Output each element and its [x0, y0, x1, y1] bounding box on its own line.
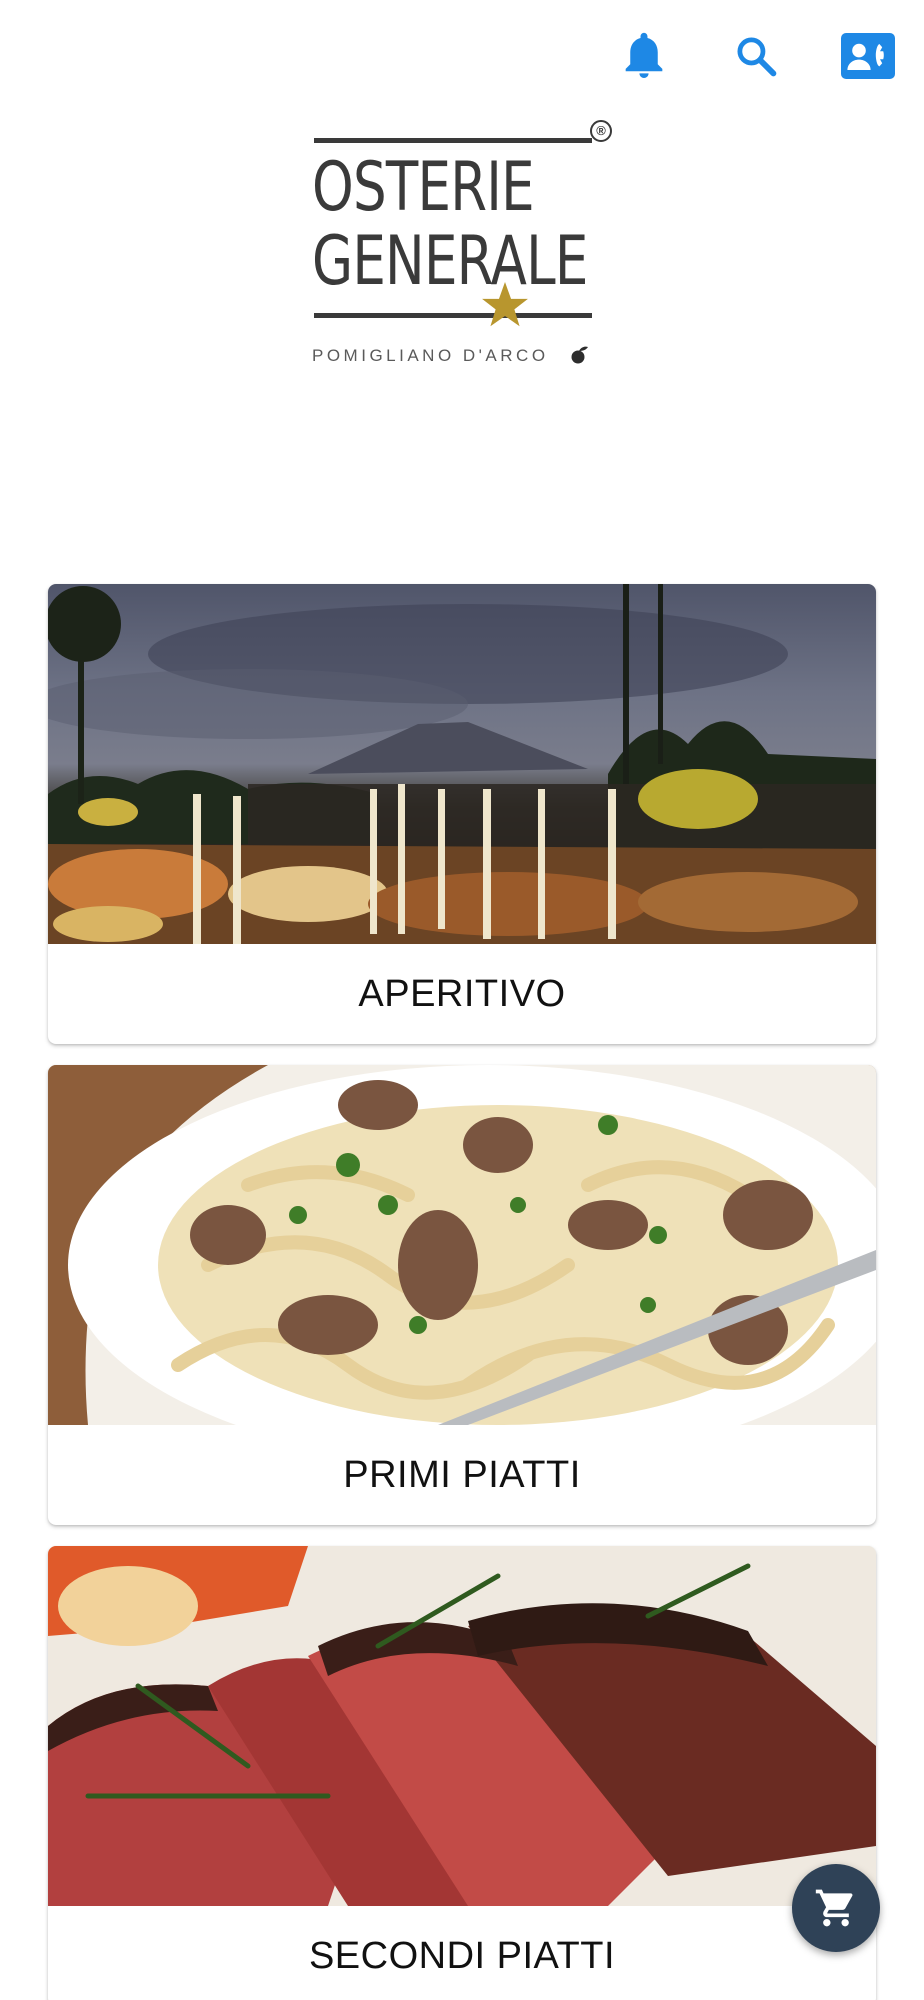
steak-photo [48, 1546, 876, 1906]
search-icon [737, 37, 777, 77]
logo-bottom-rule [314, 313, 592, 318]
category-label: APERITIVO [358, 972, 566, 1015]
logo-location: POMIGLIANO D'ARCO [312, 346, 549, 365]
cart-icon [815, 1889, 853, 1927]
contact-card-icon [841, 33, 895, 79]
registered-mark: ® [590, 120, 612, 142]
search-button[interactable] [728, 28, 784, 84]
category-label: SECONDI PIATTI [308, 1934, 616, 1977]
pasta-photo [48, 1065, 876, 1425]
star-icon [482, 282, 528, 327]
menu-page: ® OSTERIE GENERALE POMIGLIANO D'ARCO APE… [0, 0, 924, 2000]
restaurant-logo: ® OSTERIE GENERALE POMIGLIANO D'ARCO [308, 118, 618, 378]
category-card-primi-piatti[interactable]: PRIMI PIATTI [48, 1065, 876, 1525]
logo-line-2: GENERALE [312, 222, 588, 301]
logo-line-1: OSTERIE [312, 148, 535, 227]
contact-button[interactable] [840, 28, 896, 84]
notifications-button[interactable] [616, 28, 672, 84]
aperitivo-photo [48, 584, 876, 944]
logo-top-rule [314, 138, 592, 143]
cart-button[interactable] [792, 1864, 880, 1952]
olive-icon [571, 346, 588, 364]
category-label: PRIMI PIATTI [343, 1453, 581, 1496]
top-action-bar [616, 28, 896, 84]
category-card-aperitivo[interactable]: APERITIVO [48, 584, 876, 1044]
bell-icon [625, 32, 663, 78]
category-card-secondi-piatti[interactable]: SECONDI PIATTI [48, 1546, 876, 2000]
